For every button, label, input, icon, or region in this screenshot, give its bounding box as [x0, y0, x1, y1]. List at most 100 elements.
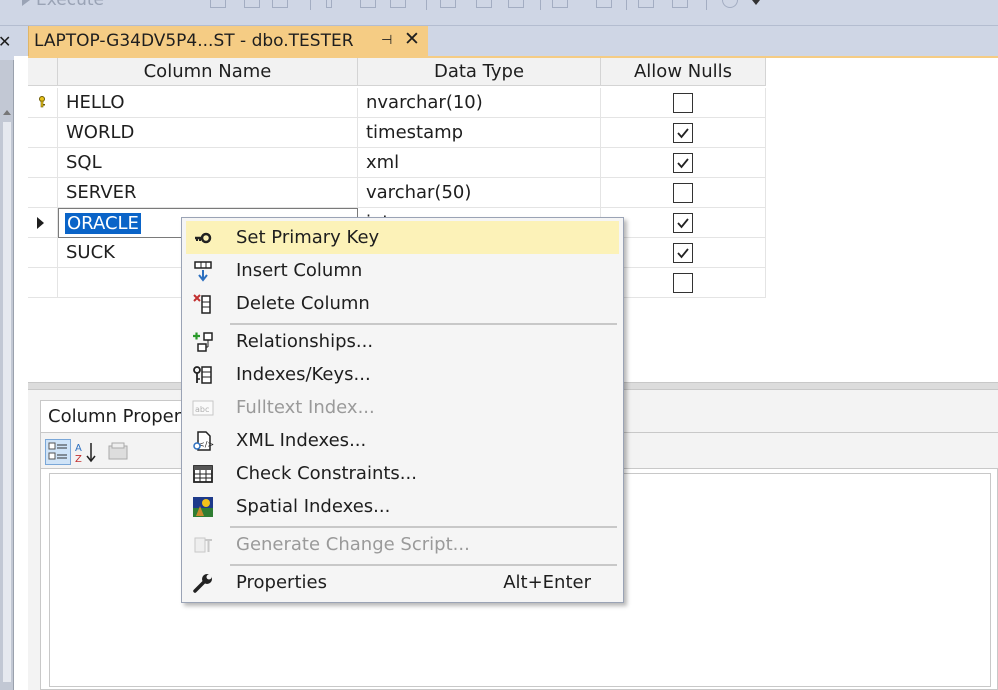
menu-item-set-primary-key[interactable]: Set Primary Key	[186, 221, 619, 254]
allow-nulls-checkbox[interactable]	[673, 183, 693, 203]
toolbar-icon[interactable]	[476, 0, 492, 8]
pin-icon[interactable]: ⊣	[381, 33, 392, 48]
menu-item-properties[interactable]: Properties Alt+Enter	[186, 566, 619, 599]
indexes-keys-icon	[192, 364, 214, 386]
row-selector[interactable]	[28, 148, 58, 178]
scroll-up-icon[interactable]	[3, 110, 11, 115]
allow-nulls-checkbox[interactable]	[673, 93, 693, 113]
menu-item-label: Relationships...	[236, 331, 374, 352]
toolbar-icon[interactable]	[210, 0, 226, 8]
check-constraints-icon	[192, 463, 214, 485]
wrench-icon	[192, 572, 214, 594]
property-pages-icon[interactable]	[105, 439, 131, 465]
column-name-cell[interactable]: WORLD	[58, 118, 358, 148]
table-row[interactable]: HELLO nvarchar(10)	[28, 88, 766, 118]
toolbar-icon[interactable]	[272, 0, 288, 8]
table-row[interactable]: SERVER varchar(50)	[28, 178, 766, 208]
toolbar-icon[interactable]	[638, 0, 654, 8]
toolbar-icon[interactable]	[672, 0, 688, 8]
spatial-indexes-icon	[192, 496, 214, 518]
column-name-text: SERVER	[66, 182, 137, 203]
menu-item-label: Fulltext Index...	[236, 397, 375, 418]
row-selector[interactable]	[28, 118, 58, 148]
header-selector	[28, 58, 58, 86]
menu-item-label: Set Primary Key	[236, 227, 380, 248]
data-type-cell[interactable]: xml	[358, 148, 601, 178]
document-tab[interactable]: LAPTOP-G34DV5P4...ST - dbo.TESTER ⊣ ✕	[28, 26, 428, 56]
toolbar-icon[interactable]	[244, 0, 260, 8]
toolbar-separator	[540, 0, 541, 10]
menu-item-spatial-indexes[interactable]: Spatial Indexes...	[186, 490, 619, 523]
scrollbar-thumb[interactable]	[3, 122, 11, 682]
menu-item-shortcut: Alt+Enter	[503, 572, 591, 593]
allow-nulls-checkbox[interactable]	[673, 153, 693, 173]
context-menu: Set Primary Key Insert Column Delete Col…	[181, 217, 624, 603]
close-icon[interactable]: ✕	[0, 32, 11, 51]
toolbar-icon[interactable]	[440, 0, 456, 8]
menu-item-indexes-keys[interactable]: Indexes/Keys...	[186, 358, 619, 391]
row-selector[interactable]	[28, 88, 58, 118]
alphabetical-sort-icon[interactable]: AZ	[73, 439, 99, 465]
allow-nulls-checkbox[interactable]	[673, 123, 693, 143]
menu-item-delete-column[interactable]: Delete Column	[186, 287, 619, 320]
data-type-cell[interactable]: varchar(50)	[358, 178, 601, 208]
toolbar-icon[interactable]	[508, 0, 524, 8]
header-data-type[interactable]: Data Type	[358, 58, 601, 86]
allow-nulls-cell	[601, 88, 766, 118]
menu-item-label: XML Indexes...	[236, 430, 367, 451]
toolbar-icon[interactable]	[326, 0, 332, 8]
close-tab-icon[interactable]: ✕	[404, 28, 420, 50]
toolbar-icon[interactable]	[552, 0, 568, 8]
toolbar-icon[interactable]	[596, 0, 612, 8]
menu-item-xml-indexes[interactable]: </> XML Indexes...	[186, 424, 619, 457]
toolbar-icon[interactable]	[360, 0, 376, 8]
toolbar-overflow-dropdown-icon[interactable]	[752, 0, 760, 5]
toolbar-icon[interactable]	[722, 0, 738, 8]
data-type-cell[interactable]: nvarchar(10)	[358, 88, 601, 118]
svg-text:A: A	[75, 443, 82, 454]
column-name-cell[interactable]: SERVER	[58, 178, 358, 208]
data-type-text: xml	[366, 152, 400, 173]
menu-item-label: Delete Column	[236, 293, 370, 314]
row-selector[interactable]	[28, 178, 58, 208]
menu-item-label: Insert Column	[236, 260, 363, 281]
menu-item-relationships[interactable]: Relationships...	[186, 325, 619, 358]
table-row[interactable]: SQL xml	[28, 148, 766, 178]
column-properties-tab[interactable]: Column Properties	[40, 400, 200, 432]
toolbar-separator	[706, 0, 707, 10]
allow-nulls-cell	[601, 148, 766, 178]
primary-key-icon	[39, 96, 45, 108]
fulltext-index-icon: abc	[192, 397, 214, 419]
document-tab-title: LAPTOP-G34DV5P4...ST - dbo.TESTER	[34, 31, 354, 51]
menu-item-insert-column[interactable]: Insert Column	[186, 254, 619, 287]
insert-column-icon	[192, 260, 214, 282]
column-name-cell[interactable]: HELLO	[58, 88, 358, 118]
allow-nulls-checkbox[interactable]	[673, 213, 693, 233]
data-type-cell[interactable]: timestamp	[358, 118, 601, 148]
menu-item-generate-change-script[interactable]: Generate Change Script...	[186, 528, 619, 561]
execute-play-icon[interactable]	[22, 0, 30, 6]
row-selector[interactable]	[28, 238, 58, 268]
toolbar-icon[interactable]	[390, 0, 406, 8]
categorized-view-icon[interactable]	[45, 439, 71, 465]
row-selector[interactable]	[28, 268, 58, 298]
row-selector[interactable]	[28, 208, 58, 238]
allow-nulls-checkbox[interactable]	[673, 243, 693, 263]
header-column-name[interactable]: Column Name	[58, 58, 358, 86]
menu-item-check-constraints[interactable]: Check Constraints...	[186, 457, 619, 490]
allow-nulls-cell	[601, 208, 766, 238]
toolbar-separator	[310, 0, 311, 10]
allow-nulls-checkbox[interactable]	[673, 273, 693, 293]
relationships-icon	[192, 331, 214, 353]
header-allow-nulls[interactable]: Allow Nulls	[601, 58, 766, 86]
allow-nulls-cell	[601, 118, 766, 148]
toolbar-separator	[626, 0, 627, 10]
menu-item-label: Indexes/Keys...	[236, 364, 371, 385]
table-row[interactable]: WORLD timestamp	[28, 118, 766, 148]
execute-button[interactable]: Execute	[36, 0, 104, 10]
column-name-cell[interactable]: SQL	[58, 148, 358, 178]
left-panel-scrollbar[interactable]	[0, 60, 14, 690]
column-name-text: SQL	[66, 152, 102, 173]
menu-item-fulltext-index[interactable]: abc Fulltext Index...	[186, 391, 619, 424]
menu-item-label: Generate Change Script...	[236, 534, 470, 555]
